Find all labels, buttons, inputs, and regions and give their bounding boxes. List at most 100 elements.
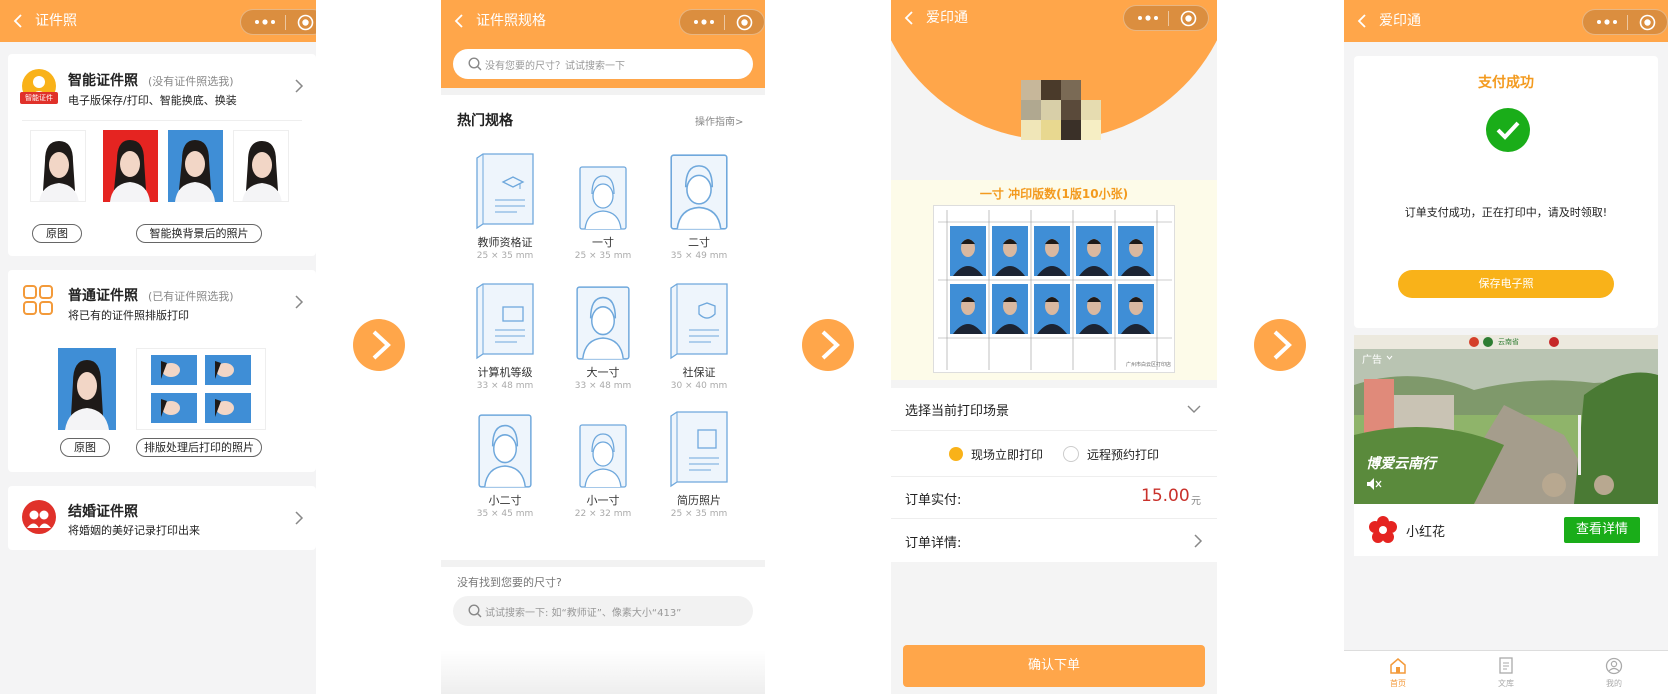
page-title: 证件照规格 — [476, 13, 546, 29]
search-placeholder: 没有您要的尺寸？试试搜索一下 — [485, 61, 625, 72]
spec-name: 社保证 — [682, 366, 716, 379]
more-icon[interactable] — [690, 17, 718, 27]
sheet-photo — [1034, 284, 1070, 334]
chevron-down-icon — [1187, 405, 1201, 413]
back-icon[interactable] — [1354, 12, 1372, 30]
computer-book-icon — [459, 280, 551, 360]
spec-size: 35 × 45 mm — [476, 509, 534, 519]
sheet-photo — [1076, 284, 1112, 334]
spec-name: 小二寸 — [488, 494, 522, 507]
close-miniprogram-icon[interactable] — [736, 14, 753, 31]
view-detail-button[interactable]: 查看详情 — [1564, 517, 1640, 543]
ad-scene-image — [1354, 335, 1658, 504]
tab-home[interactable]: 首页 — [1344, 651, 1452, 694]
bottom-search-bar[interactable]: 试试搜索一下: 如“教师证”、像素大小“413” — [453, 596, 753, 626]
back-icon[interactable] — [10, 12, 28, 30]
blue-background-photo — [168, 130, 223, 202]
option-onsite-label: 现场立即打印 — [971, 448, 1044, 462]
spec-size: 25 × 35 mm — [574, 251, 632, 261]
spec-name: 一寸 — [592, 236, 614, 249]
next-step-arrow-2 — [802, 319, 854, 371]
wedding-id-photo-card[interactable]: 结婚证件照 将婚姻的美好记录打印出来 — [8, 486, 316, 550]
back-icon[interactable] — [451, 12, 469, 30]
mini-program-capsule — [679, 9, 765, 35]
order-paid-label: 订单实付: — [905, 493, 962, 508]
tab-library[interactable]: 文库 — [1452, 651, 1560, 694]
chevron-down-icon — [1386, 355, 1393, 360]
search-bar[interactable]: 没有您要的尺寸？试试搜索一下 — [453, 49, 753, 79]
spec-tile[interactable]: 小二寸 35 × 45 mm — [459, 408, 551, 528]
normal-card-hint: (已有证件照选我) — [148, 290, 234, 303]
radio-unselected — [1063, 446, 1079, 462]
spec-tile[interactable]: 简历照片 25 × 35 mm — [653, 408, 745, 528]
original-label-pill: 原图 — [32, 224, 82, 243]
scene-select-row[interactable]: 选择当前打印场景 — [891, 388, 1217, 430]
close-miniprogram-icon[interactable] — [1180, 10, 1197, 27]
smart-id-photo-card[interactable]: 智能证件 智能证件照 (没有证件照选我) 电子版保存/打印、智能换底、换装 原图… — [8, 54, 316, 256]
photo-sheet-grid — [938, 210, 1172, 370]
sheet-photo — [950, 226, 986, 276]
more-icon[interactable] — [1593, 17, 1621, 27]
spec-tile[interactable]: 小一寸 22 × 32 mm — [557, 408, 649, 528]
social-security-book-icon — [653, 280, 745, 360]
more-icon[interactable] — [251, 17, 279, 27]
layout-result-label-pill: 排版处理后打印的照片 — [136, 438, 262, 457]
search-icon — [468, 604, 482, 618]
spec-size: 33 × 48 mm — [574, 381, 632, 391]
order-detail-label: 订单详情: — [905, 536, 962, 551]
ad-label: 广告 — [1362, 355, 1382, 366]
order-detail-row[interactable]: 订单详情: — [891, 518, 1217, 562]
resume-book-icon — [653, 408, 745, 488]
close-miniprogram-icon[interactable] — [297, 14, 314, 31]
nav-bar: 证件照规格 没有您要的尺寸？试试搜索一下 — [441, 0, 765, 88]
ad-banner[interactable]: 云南省 广告 博爱云南行 — [1354, 335, 1658, 504]
sheet-photo — [1034, 226, 1070, 276]
sheet-photo — [992, 226, 1028, 276]
chevron-right-icon — [1273, 330, 1292, 360]
certificate-book-icon — [459, 150, 551, 230]
success-message: 订单支付成功，正在打印中，请及时领取! — [1404, 206, 1608, 219]
portrait-small-icon — [557, 408, 649, 488]
wedding-card-title: 结婚证件照 — [68, 504, 138, 520]
normal-id-photo-card[interactable]: 普通证件照 (已有证件照选我) 将已有的证件照排版打印 原图 排版处理后打印的照… — [8, 270, 316, 472]
close-miniprogram-icon[interactable] — [1639, 14, 1656, 31]
mute-icon[interactable] — [1366, 477, 1382, 491]
save-photo-button[interactable]: 保存电子照 — [1398, 270, 1614, 298]
spec-tile[interactable]: 一寸 25 × 35 mm — [557, 150, 649, 270]
tab-profile-label: 我的 — [1606, 679, 1622, 688]
bottom-search-placeholder: 试试搜索一下: 如“教师证”、像素大小“413” — [485, 608, 682, 619]
smart-result-label-pill: 智能换背景后的照片 — [136, 224, 262, 243]
nav-bar: 爱印通 — [891, 0, 1217, 36]
more-icon[interactable] — [1134, 13, 1162, 23]
guide-link[interactable]: 操作指南> — [695, 113, 743, 128]
layout-sheet-photo — [136, 348, 266, 430]
spec-name: 二寸 — [688, 236, 710, 249]
page-title: 证件照 — [35, 13, 77, 29]
portrait-large-icon — [653, 150, 745, 230]
spec-tile[interactable]: 大一寸 33 × 48 mm — [557, 280, 649, 400]
sheet-caption: 广州市白云区打印店 — [1126, 362, 1172, 368]
back-icon[interactable] — [901, 9, 919, 27]
spec-size: 25 × 35 mm — [670, 509, 728, 519]
search-icon — [468, 57, 482, 71]
advertiser-row: 小红花 查看详情 — [1354, 504, 1658, 556]
view-detail-label: 查看详情 — [1575, 522, 1628, 537]
spec-tile[interactable]: 计算机等级 33 × 48 mm — [459, 280, 551, 400]
wedding-icon — [22, 500, 56, 534]
spec-tile[interactable]: 教师资格证 25 × 35 mm — [459, 150, 551, 270]
section-title: 热门规格 — [457, 113, 513, 129]
spec-tile[interactable]: 二寸 35 × 49 mm — [653, 150, 745, 270]
smart-card-hint: (没有证件照选我) — [148, 75, 234, 88]
order-paid-row: 订单实付: 15.00 元 — [891, 476, 1217, 518]
confirm-order-button[interactable]: 确认下单 — [903, 645, 1205, 687]
bottom-tab-bar: 首页 文库 我的 — [1344, 650, 1668, 694]
portrait-medium-icon — [459, 408, 551, 488]
spec-tile[interactable]: 社保证 30 × 40 mm — [653, 280, 745, 400]
sheet-photo — [1118, 226, 1154, 276]
not-found-text: 没有找到您要的尺寸? — [457, 576, 562, 589]
screen-spec-list: 证件照规格 没有您要的尺寸？试试搜索一下 热门规格 操作指南> 教师资格证 25 … — [441, 0, 765, 694]
option-remote-label: 远程预约打印 — [1087, 448, 1160, 462]
print-preview-panel: 一寸 冲印版数(1版10小张) 广州市白云区打印店 — [891, 180, 1217, 380]
tab-profile[interactable]: 我的 — [1560, 651, 1668, 694]
chevron-right-icon — [821, 330, 840, 360]
